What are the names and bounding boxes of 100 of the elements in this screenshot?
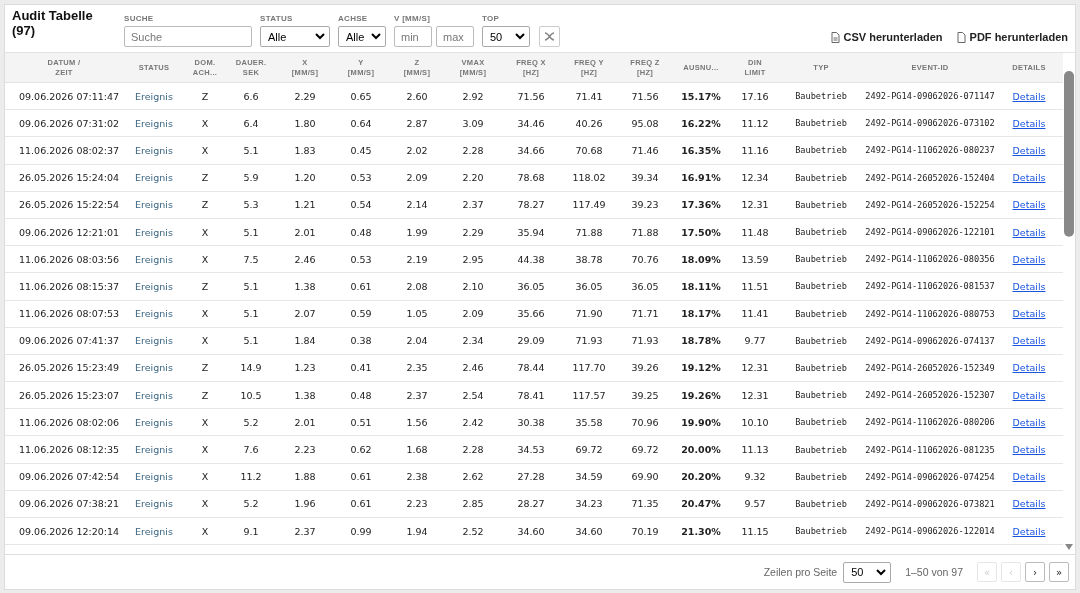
details-link[interactable]: Details: [999, 280, 1059, 292]
table-cell-text: Baubetrieb: [794, 526, 848, 537]
table-cell-text: 78.27: [516, 199, 546, 211]
table-cell-text: 2492-PG14-09062026-074137: [864, 335, 996, 346]
details-link[interactable]: Details: [999, 90, 1059, 102]
table-cell-text: 34.23: [574, 498, 604, 510]
table-cell-text: X: [200, 444, 210, 456]
details-link[interactable]: Details: [999, 362, 1059, 374]
max-field[interactable]: max: [436, 26, 474, 47]
table-cell-text: 117.57: [571, 389, 607, 401]
table-cell-text: Z: [200, 389, 210, 401]
details-link[interactable]: Details: [999, 144, 1059, 156]
table-cell-text: 0.53: [349, 253, 373, 265]
page-button[interactable]: ›: [1025, 562, 1045, 582]
details-link[interactable]: Details: [999, 444, 1059, 456]
table-cell-text: 7.6: [242, 444, 260, 456]
table-cell-text: Baubetrieb: [794, 417, 848, 428]
table-cell-text: Baubetrieb: [794, 362, 848, 373]
page-button[interactable]: »: [1049, 562, 1069, 582]
clear-filters-button[interactable]: [539, 26, 560, 47]
table-cell-text: 2.29: [461, 226, 485, 238]
table-cell-text: 2.07: [293, 308, 317, 320]
filter-select[interactable]: 50: [482, 26, 530, 47]
table-cell-text: 2.28: [461, 444, 485, 456]
details-link[interactable]: Details: [999, 525, 1059, 537]
table-cell-text: X: [200, 144, 210, 156]
table-cell-text: 09.06.2026 12:21:01: [18, 226, 121, 238]
table-cell-text: 2.29: [293, 90, 317, 102]
cross-icon: [544, 32, 555, 41]
table-cell-text: Baubetrieb: [794, 172, 848, 183]
table-cell-text: 2492-PG14-11062026-081537: [864, 281, 996, 292]
table-cell-text: 20.00%: [680, 444, 722, 456]
table-cell-text: 1.96: [293, 498, 317, 510]
table-cell-text: Ereignis: [134, 498, 174, 510]
table-cell-text: 2492-PG14-11062026-080356: [864, 254, 996, 265]
table-cell-text: Ereignis: [134, 308, 174, 320]
table-cell-text: 2.28: [461, 144, 485, 156]
details-link[interactable]: Details: [999, 308, 1059, 320]
search-field[interactable]: Suche: [124, 26, 252, 47]
table-cell-text: 17.36%: [680, 199, 722, 211]
table-cell-text: 18.11%: [680, 280, 722, 292]
details-link[interactable]: Details: [999, 226, 1059, 238]
details-link[interactable]: Details: [999, 117, 1059, 129]
details-link[interactable]: Details: [999, 389, 1059, 401]
table-cell-text: 6.4: [242, 117, 260, 129]
table-cell-text: 19.26%: [680, 389, 722, 401]
details-link[interactable]: Details: [999, 199, 1059, 211]
table-cell-text: 11.06.2026 08:02:06: [18, 416, 121, 428]
details-link[interactable]: Details: [999, 471, 1059, 483]
table-cell-text: 2.14: [405, 199, 429, 211]
table-cell-text: 2.04: [405, 335, 429, 347]
rows-per-page-select[interactable]: 50: [843, 561, 892, 583]
table-cell-text: 0.99: [349, 525, 373, 537]
table-cell-text: 2492-PG14-09062026-073821: [864, 498, 996, 509]
details-link[interactable]: Details: [999, 498, 1059, 510]
table-cell-text: 2.20: [461, 172, 485, 184]
table-cell-text: 39.34: [630, 172, 660, 184]
table-cell-text: 1.38: [293, 389, 317, 401]
table-cell-text: 9.1: [242, 525, 260, 537]
details-link[interactable]: Details: [999, 172, 1059, 184]
filter-select[interactable]: Alle: [260, 26, 330, 47]
table-title: Audit Tabelle (97): [12, 8, 94, 38]
table-cell-text: 20.20%: [680, 471, 722, 483]
table-cell-text: 1.88: [293, 471, 317, 483]
table-cell-text: Ereignis: [134, 226, 174, 238]
table-cell-text: 2.37: [405, 389, 429, 401]
table-cell-text: 39.26: [630, 362, 660, 374]
table-cell-text: Z: [200, 172, 210, 184]
table-cell-text: 36.05: [516, 280, 546, 292]
table-cell-text: X: [200, 226, 210, 238]
details-link[interactable]: Details: [999, 253, 1059, 265]
table-cell-text: 12.31: [740, 362, 770, 374]
table-cell-text: 11.48: [740, 226, 770, 238]
table-cell-text: 1.38: [293, 280, 317, 292]
table-cell-text: 19.12%: [680, 362, 722, 374]
details-link[interactable]: Details: [999, 416, 1059, 428]
min-field[interactable]: min: [394, 26, 432, 47]
table-cell-text: 1.56: [405, 416, 429, 428]
table-cell-text: 9.32: [743, 471, 767, 483]
table-cell-text: 12.31: [740, 389, 770, 401]
filter-label: STATUS: [260, 14, 294, 23]
table-cell-text: 71.41: [574, 90, 604, 102]
table-cell-text: Ereignis: [134, 90, 174, 102]
download-link[interactable]: CSV herunterladen: [830, 31, 943, 43]
table-cell-text: 2.95: [461, 253, 485, 265]
chevron-down-icon: [515, 33, 525, 40]
table-cell-text: 71.90: [574, 308, 604, 320]
download-link[interactable]: PDF herunterladen: [956, 31, 1068, 43]
table-cell-text: 0.64: [349, 117, 373, 129]
table-cell-text: 15.17%: [680, 90, 722, 102]
table-cell-text: 1.20: [293, 172, 317, 184]
table-cell-text: 0.48: [349, 389, 373, 401]
table-cell-text: 21.30%: [680, 525, 722, 537]
details-link[interactable]: Details: [999, 335, 1059, 347]
table-cell-text: 2492-PG14-09062026-074254: [864, 471, 996, 482]
table-cell-text: 5.1: [242, 308, 260, 320]
table-cell-text: Baubetrieb: [794, 281, 848, 292]
table-cell-text: 2492-PG14-26052026-152254: [864, 199, 996, 210]
filter-select[interactable]: Alle: [338, 26, 386, 47]
table-cell-text: 1.21: [293, 199, 317, 211]
